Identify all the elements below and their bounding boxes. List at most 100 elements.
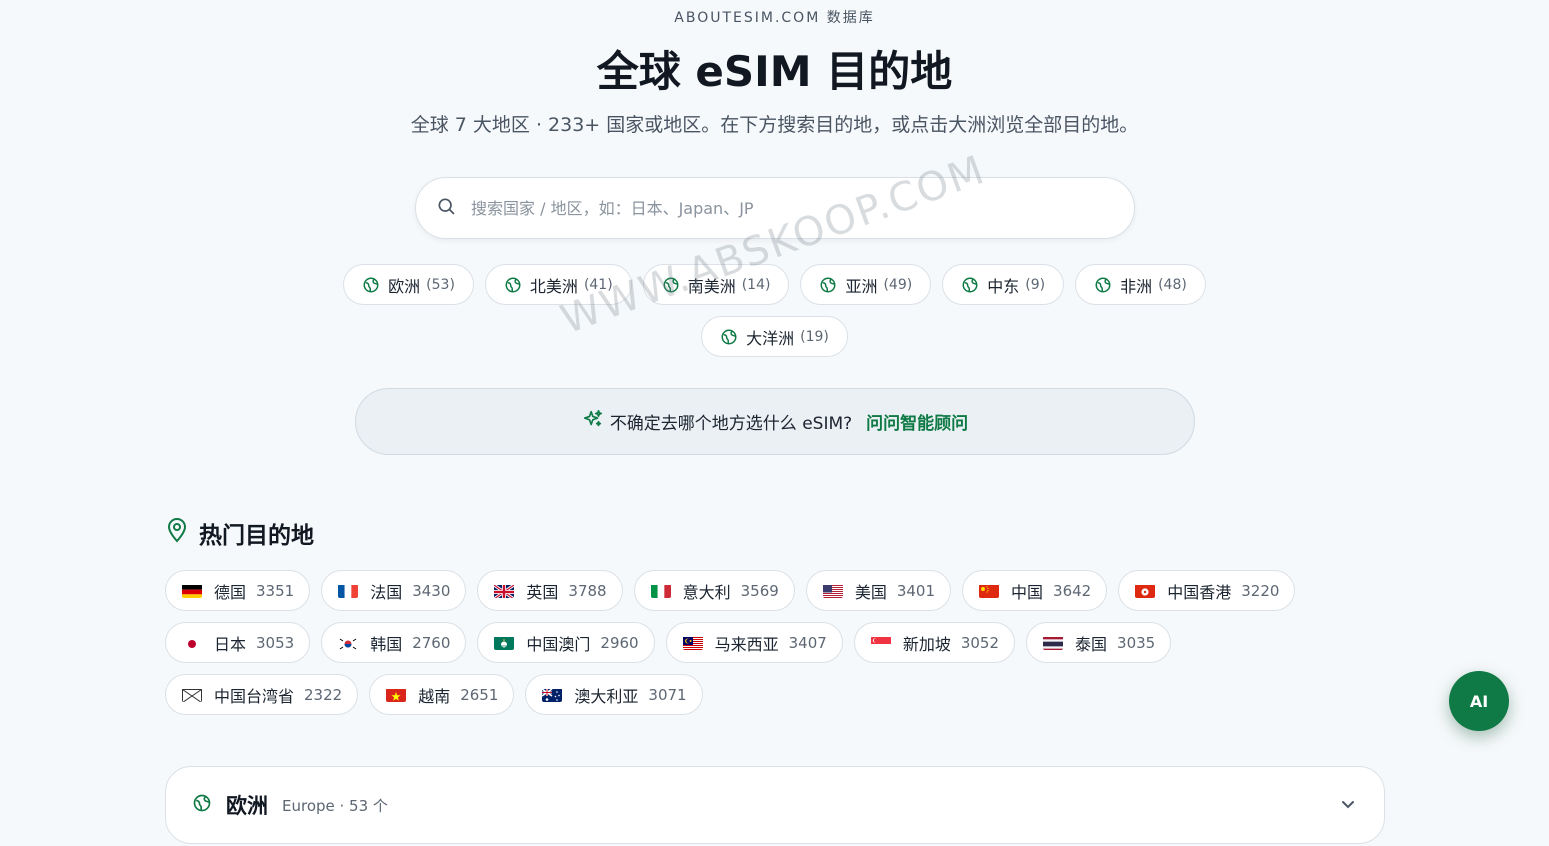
flag-de-icon <box>182 584 202 598</box>
destination-count: 2651 <box>460 685 499 704</box>
page-title: 全球 eSIM 目的地 <box>596 47 953 96</box>
destination-name: 澳大利亚 <box>574 686 639 706</box>
destination-count: 3569 <box>740 581 779 600</box>
region-card-europe[interactable]: 欧洲 Europe · 53 个 <box>165 766 1385 844</box>
destination-chip[interactable]: 韩国 2760 <box>321 622 467 663</box>
destination-chip[interactable]: 中国 3642 <box>962 570 1108 611</box>
continent-count: (49) <box>883 276 913 293</box>
destination-name: 韩国 <box>370 634 403 654</box>
destination-chip[interactable]: 英国 3788 <box>477 570 623 611</box>
search-input[interactable] <box>471 198 1071 218</box>
continent-label: 非洲 <box>1120 276 1153 296</box>
flag-sg-icon <box>870 636 891 650</box>
destination-count: 3788 <box>568 581 607 600</box>
globe-icon <box>662 276 688 294</box>
continent-chip[interactable]: 北美洲 (41) <box>484 264 632 305</box>
destination-name: 意大利 <box>682 582 731 602</box>
destination-count: 2760 <box>412 633 451 652</box>
destination-chip[interactable]: 中国香港 3220 <box>1118 570 1296 611</box>
continent-chip[interactable]: 亚洲 (49) <box>800 264 932 305</box>
search-icon <box>436 196 456 220</box>
destination-chip[interactable]: 美国 3401 <box>805 570 952 611</box>
globe-icon <box>961 276 987 294</box>
flag-my-icon <box>682 636 703 650</box>
destination-chip[interactable]: 越南 2651 <box>369 674 515 715</box>
globe-icon <box>192 793 226 817</box>
page: ABOUTESIM.COM 数据库 全球 eSIM 目的地 全球 7 大地区 ·… <box>0 0 1549 846</box>
popular-section-title: 热门目的地 <box>165 516 314 550</box>
continent-chip[interactable]: 欧洲 (53) <box>343 264 474 305</box>
site-eyebrow: ABOUTESIM.COM 数据库 <box>674 10 875 26</box>
flag-gb-icon <box>494 583 515 598</box>
continent-count: (9) <box>1025 276 1046 293</box>
destination-name: 德国 <box>214 582 247 602</box>
destination-name: 中国台湾省 <box>214 686 295 706</box>
popular-destinations: 德国 3351 法国 3430 英国 3788 意大利 3569 美国 3401 中国 3642 中国香… <box>165 570 1365 726</box>
destination-chip[interactable]: 中国澳门 2960 <box>477 622 655 663</box>
continent-label: 亚洲 <box>845 276 878 296</box>
continent-count: (48) <box>1158 276 1187 293</box>
globe-icon <box>1094 276 1120 294</box>
continent-chip[interactable]: 非洲 (48) <box>1075 264 1206 305</box>
destination-count: 3071 <box>648 685 687 704</box>
destination-count: 3642 <box>1053 581 1092 600</box>
destination-count: 3052 <box>960 633 1000 652</box>
destination-name: 泰国 <box>1075 634 1108 654</box>
destination-chip[interactable]: 新加坡 3052 <box>853 622 1016 663</box>
globe-icon <box>720 328 746 346</box>
continent-count: (41) <box>583 276 613 293</box>
continent-chip[interactable]: 大洋洲 (19) <box>701 316 848 357</box>
destination-name: 英国 <box>526 582 559 602</box>
destination-chip[interactable]: 泰国 3035 <box>1026 622 1172 663</box>
flag-placeholder-icon <box>182 688 202 702</box>
flag-fr-icon <box>338 584 359 598</box>
page-subtitle: 全球 7 大地区 · 233+ 国家或地区。在下方搜索目的地，或点击大洲浏览全部… <box>410 114 1139 136</box>
flag-cn-icon <box>979 584 1000 598</box>
destination-chip[interactable]: 德国 3351 <box>165 570 311 611</box>
destination-count: 3407 <box>788 633 827 652</box>
popular-row: 日本 3053 韩国 2760 中国澳门 2960 马来西亚 3407 新加坡 3052 泰国 303… <box>165 622 1365 663</box>
ask-advisor-link[interactable]: 问问智能顾问 <box>866 409 968 434</box>
continent-count: (19) <box>800 328 829 345</box>
destination-chip[interactable]: 意大利 3569 <box>633 570 795 611</box>
destination-name: 新加坡 <box>902 634 951 654</box>
destination-count: 3053 <box>256 633 295 652</box>
search-box[interactable] <box>415 177 1135 239</box>
continent-label: 北美洲 <box>529 276 578 296</box>
destination-name: 美国 <box>854 582 887 602</box>
flag-jp-icon <box>182 636 202 650</box>
destination-count: 3035 <box>1117 633 1156 652</box>
destination-count: 3430 <box>412 581 451 600</box>
destination-name: 中国香港 <box>1167 582 1232 602</box>
region-card-name: 欧洲 <box>226 794 268 818</box>
continent-row: 欧洲 (53) 北美洲 (41) 南美洲 (14) 亚洲 (49) 中东 (9) 非洲 (48) <box>0 264 1549 305</box>
destination-count: 2960 <box>600 633 639 652</box>
destination-chip[interactable]: 中国台湾省 2322 <box>165 674 359 715</box>
ai-assistant-button[interactable]: AI <box>1449 671 1509 731</box>
continent-chip[interactable]: 中东 (9) <box>942 264 1065 305</box>
flag-it-icon <box>650 584 671 598</box>
destination-chip[interactable]: 马来西亚 3407 <box>665 622 843 663</box>
globe-icon <box>362 276 388 294</box>
destination-name: 日本 <box>214 634 247 654</box>
destination-chip[interactable]: 澳大利亚 3071 <box>525 674 703 715</box>
region-card-meta: Europe · 53 个 <box>282 796 388 815</box>
flag-mo-icon <box>494 636 515 650</box>
destination-count: 3220 <box>1241 581 1280 600</box>
destination-chip[interactable]: 日本 3053 <box>165 622 311 663</box>
continent-chip[interactable]: 南美洲 (14) <box>642 264 790 305</box>
ai-advisor-banner[interactable]: 不确定去哪个地方选什么 eSIM? 问问智能顾问 <box>355 388 1195 455</box>
sparkles-icon <box>582 408 610 435</box>
continent-count: (53) <box>426 276 455 293</box>
destination-count: 3401 <box>896 581 936 600</box>
globe-icon <box>819 276 845 294</box>
destination-name: 法国 <box>370 582 403 602</box>
destination-name: 中国澳门 <box>526 634 591 654</box>
continent-filters: 欧洲 (53) 北美洲 (41) 南美洲 (14) 亚洲 (49) 中东 (9) 非洲 (48) 大洋… <box>0 264 1549 368</box>
popular-row: 德国 3351 法国 3430 英国 3788 意大利 3569 美国 3401 中国 3642 中国香… <box>165 570 1365 611</box>
destination-name: 越南 <box>418 686 451 706</box>
popular-row: 中国台湾省 2322 越南 2651 澳大利亚 3071 <box>165 674 1365 715</box>
map-pin-icon <box>165 517 199 549</box>
globe-icon <box>504 276 530 294</box>
destination-chip[interactable]: 法国 3430 <box>321 570 467 611</box>
